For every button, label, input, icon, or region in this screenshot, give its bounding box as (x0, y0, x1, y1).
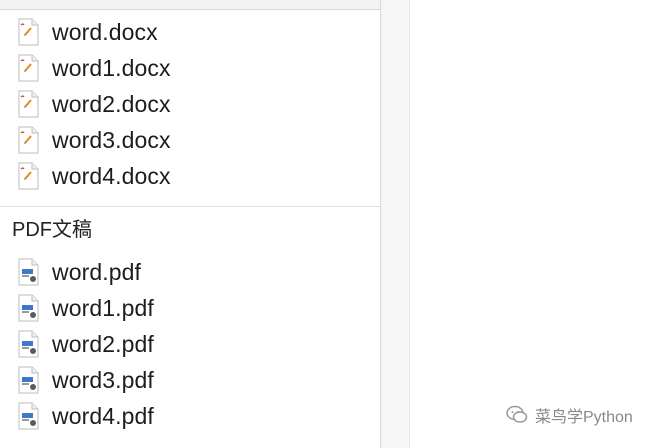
file-name: word1.pdf (52, 295, 154, 321)
pdf-section-title: PDF文稿 (12, 219, 92, 241)
list-item[interactable]: word3.pdf (0, 362, 380, 398)
word-document-icon (18, 90, 39, 118)
watermark-text: 菜鸟学Python (535, 409, 633, 426)
list-item[interactable]: word.pdf (0, 254, 380, 290)
list-item[interactable]: word2.docx (0, 86, 380, 122)
list-item[interactable]: word4.pdf (0, 398, 380, 434)
file-name: word1.docx (52, 55, 171, 81)
file-name: word2.pdf (52, 331, 154, 357)
pdf-document-icon (18, 402, 39, 430)
list-item[interactable]: word1.pdf (0, 290, 380, 326)
file-name: word.docx (52, 19, 158, 45)
watermark: 菜鸟学Python (505, 403, 633, 427)
file-name: word4.docx (52, 163, 171, 189)
list-item[interactable]: word1.docx (0, 50, 380, 86)
word-document-icon (18, 54, 39, 82)
pane-gutter (381, 0, 409, 448)
word-document-icon (18, 18, 39, 46)
file-name: word3.pdf (52, 367, 154, 393)
file-list-panel: word.docx word1.docx word2.docx word3.do… (0, 0, 381, 448)
top-divider (0, 0, 380, 10)
file-name: word3.docx (52, 127, 171, 153)
list-item[interactable]: word2.pdf (0, 326, 380, 362)
word-document-icon (18, 126, 39, 154)
list-item[interactable]: word3.docx (0, 122, 380, 158)
list-item[interactable]: word.docx (0, 14, 380, 50)
file-name: word2.docx (52, 91, 171, 117)
pdf-document-icon (18, 258, 39, 286)
list-item[interactable]: word4.docx (0, 158, 380, 194)
word-files-list: word.docx word1.docx word2.docx word3.do… (0, 14, 380, 194)
pdf-files-list: word.pdf word1.pdf word2.pdf word3.pdf w… (0, 254, 380, 434)
pdf-document-icon (18, 330, 39, 358)
word-document-icon (18, 162, 39, 190)
pdf-document-icon (18, 366, 39, 394)
preview-panel (409, 0, 660, 448)
file-name: word.pdf (52, 259, 142, 285)
section-divider (0, 206, 380, 207)
wechat-icon (506, 405, 528, 423)
file-name: word4.pdf (52, 403, 154, 429)
pdf-document-icon (18, 294, 39, 322)
